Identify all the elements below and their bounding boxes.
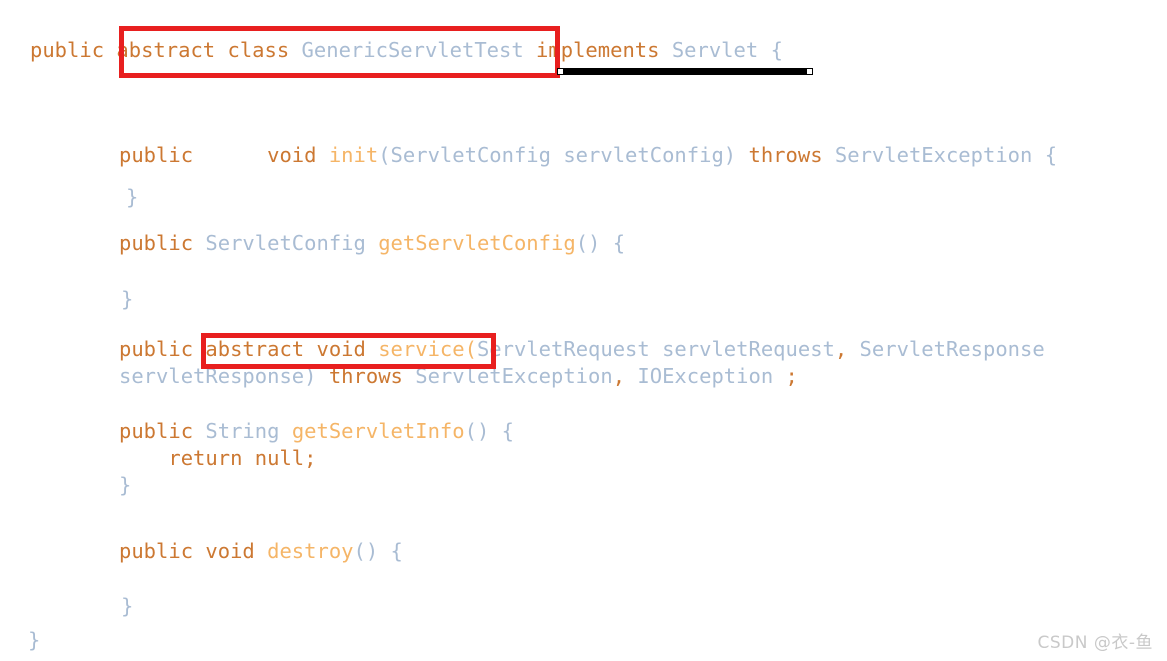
token-interface-name: Servlet [671, 38, 771, 62]
token-public: public [30, 38, 117, 62]
token-parens-open-brace: () { [464, 419, 514, 443]
code-snippet-canvas: public abstract class GenericServletTest… [0, 0, 1167, 661]
token-implements: implements [536, 38, 672, 62]
token-class-name: GenericServletTest [301, 38, 537, 62]
token-param-servletresponse: servletResponse [119, 364, 305, 388]
token-return-null: return null; [119, 446, 317, 470]
token-throws: throws [748, 143, 835, 167]
token-method-init: init [328, 143, 379, 167]
token-semicolon: ; [785, 364, 798, 388]
token-servletexception: ServletException [834, 143, 1045, 167]
token-close-brace: } [28, 628, 41, 652]
code-line-return-null: return null; [119, 446, 316, 470]
code-line-service-signature: public abstract void service(ServletRequ… [119, 337, 1045, 361]
token-parens-open-brace: () { [353, 539, 403, 563]
token-public: public [119, 419, 206, 443]
token-comma: , [612, 364, 626, 388]
token-open-paren: ( [464, 337, 477, 361]
token-close-brace: } [121, 594, 134, 618]
code-line-getservletconfig-signature: public ServletConfig getServletConfig() … [119, 231, 625, 255]
csdn-watermark: CSDN @衣-鱼 [1037, 633, 1153, 653]
annotation-black-underline-implements [558, 68, 812, 75]
code-line-init-signature: public void init(ServletConfig servletCo… [119, 143, 1057, 167]
token-comma: , [834, 337, 848, 361]
code-line-getservletconfig-close: } [121, 287, 133, 311]
token-return-type-servletconfig: ServletConfig [205, 231, 379, 255]
token-method-destroy: destroy [267, 539, 354, 563]
token-servletexception: ServletException [415, 364, 613, 388]
token-close-brace: } [121, 287, 134, 311]
code-line-init-close: } [126, 185, 138, 209]
annotation-underline-handle-right[interactable] [806, 68, 813, 75]
token-open-brace: { [1044, 143, 1058, 167]
code-line-getservletinfo-close: } [119, 473, 131, 497]
token-parens-open-brace: () { [575, 231, 626, 255]
token-method-getservletinfo: getServletInfo [291, 419, 465, 443]
token-public-void: public void [119, 539, 268, 563]
token-abstract-void: abstract void [205, 337, 379, 361]
code-line-class-declaration: public abstract class GenericServletTest… [30, 38, 783, 62]
token-public-void: public void [119, 143, 329, 167]
token-close-paren: ) [304, 364, 329, 388]
token-close-brace: } [126, 185, 139, 209]
token-ioexception: IOException [625, 364, 786, 388]
token-abstract-class: abstract class [116, 38, 302, 62]
token-throws: throws [328, 364, 416, 388]
annotation-underline-handle-left[interactable] [557, 68, 564, 75]
code-line-service-signature-wrap: servletResponse) throws ServletException… [119, 364, 798, 388]
token-param-servletrequest: ServletRequest servletRequest [476, 337, 835, 361]
token-public: public [119, 337, 206, 361]
token-close-brace: } [119, 473, 132, 497]
token-return-type-string: String [205, 419, 292, 443]
token-public: public [119, 231, 206, 255]
token-open-brace: { [770, 38, 783, 62]
code-line-destroy-close: } [121, 594, 133, 618]
token-method-getservletconfig: getServletConfig [378, 231, 576, 255]
code-line-destroy-signature: public void destroy() { [119, 539, 403, 563]
code-line-getservletinfo-signature: public String getServletInfo() { [119, 419, 514, 443]
token-open-paren: ( [378, 143, 391, 167]
token-type-servletresponse: ServletResponse [847, 337, 1045, 361]
token-method-service: service [378, 337, 465, 361]
token-param-servletconfig: ServletConfig servletConfig [390, 143, 724, 167]
token-close-paren: ) [723, 143, 749, 167]
code-line-class-close: } [28, 628, 40, 652]
